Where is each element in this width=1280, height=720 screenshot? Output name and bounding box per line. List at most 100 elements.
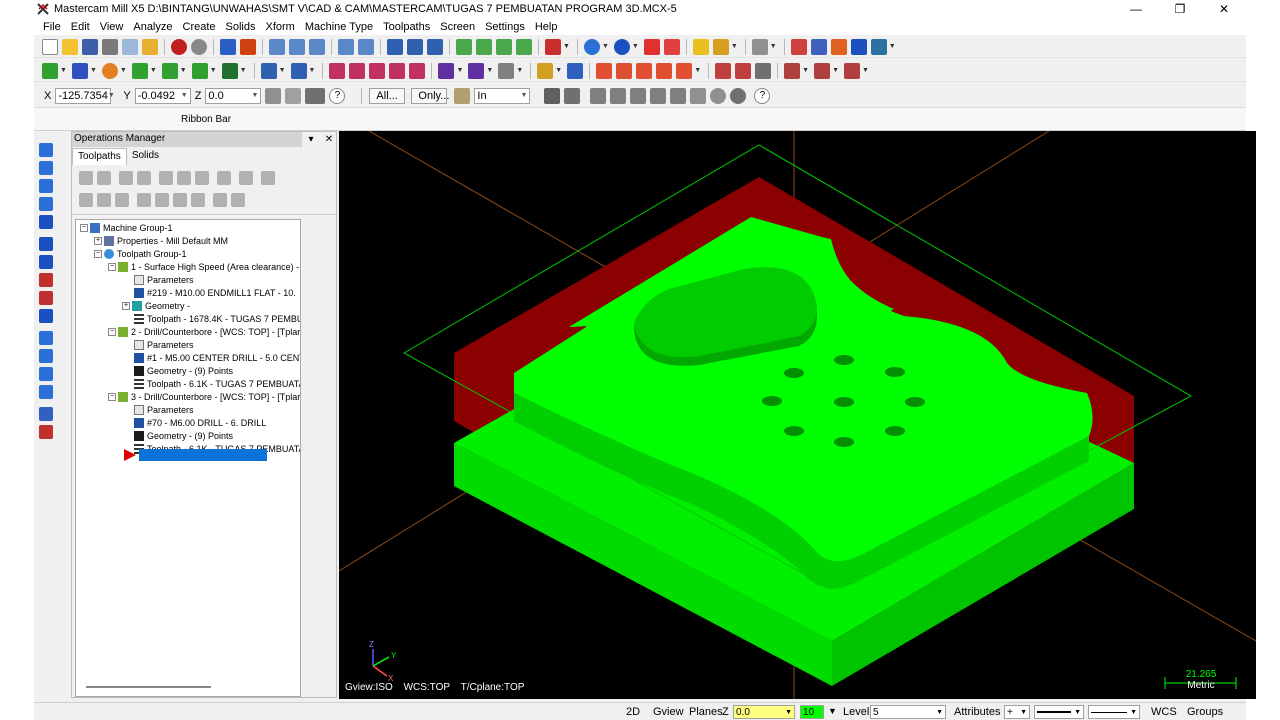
chevron-down-icon[interactable]: ▼ <box>785 709 792 716</box>
loop-select-icon[interactable] <box>670 87 687 104</box>
xform-scale-icon[interactable] <box>389 62 406 79</box>
chevron-down-icon[interactable]: ▼ <box>731 43 738 50</box>
unzoom-icon[interactable] <box>358 38 374 55</box>
tree-operation-3[interactable]: − 3 - Drill/Counterbore - [WCS: TOP] - [… <box>108 391 300 403</box>
solid-draft-icon[interactable] <box>39 331 53 345</box>
wand-icon[interactable] <box>712 38 729 55</box>
lock-icon[interactable] <box>79 193 93 207</box>
help-icon[interactable]: ? <box>329 87 346 104</box>
iso-view-icon[interactable] <box>516 38 532 55</box>
resize-icon[interactable] <box>567 62 584 79</box>
line-style-field[interactable]: ▼ <box>1034 705 1084 719</box>
scroll-arrow-icon[interactable] <box>191 193 205 207</box>
measure-icon[interactable] <box>751 38 768 55</box>
point-icon[interactable] <box>42 62 58 79</box>
select-only-button[interactable]: Only... <box>411 87 449 104</box>
regen-dirty-icon[interactable] <box>137 171 151 185</box>
high-feed-icon[interactable] <box>217 171 231 185</box>
tree-op1-geometry[interactable]: + Geometry - <box>122 300 190 312</box>
edge-select-icon[interactable] <box>630 87 647 104</box>
analyze-icon[interactable] <box>643 38 660 55</box>
solid-boolean-icon[interactable] <box>39 291 53 305</box>
xform-offset-icon[interactable] <box>409 62 426 79</box>
panel-pin-button[interactable]: ▾ <box>304 132 318 147</box>
toggle-display-icon[interactable] <box>97 193 111 207</box>
right-view-icon[interactable] <box>496 38 512 55</box>
polygon-select-icon[interactable] <box>564 87 581 104</box>
solid-feature-icon[interactable] <box>39 425 53 439</box>
trim-icon[interactable] <box>260 62 277 79</box>
solid-history-icon[interactable] <box>39 367 53 381</box>
table-icon[interactable] <box>596 62 613 79</box>
select-dirty-ops-icon[interactable] <box>97 171 111 185</box>
close-window-button[interactable]: ✕ <box>1202 0 1246 18</box>
move-down-icon[interactable] <box>137 193 151 207</box>
single-op-icon[interactable] <box>213 193 227 207</box>
pan-icon[interactable] <box>220 38 236 55</box>
zoom-in-icon[interactable] <box>289 38 305 55</box>
chevron-down-icon[interactable]: ▼ <box>632 43 639 50</box>
tree-horizontal-scrollbar[interactable] <box>86 686 211 688</box>
tool-manager-icon[interactable] <box>715 62 732 79</box>
tree-toolpath-group[interactable]: − Toolpath Group-1 <box>94 248 187 260</box>
analyze-dist-icon[interactable] <box>790 38 807 55</box>
solid-trim-icon[interactable] <box>39 273 53 287</box>
z-coordinate-field[interactable]: 0.0 ▼ <box>205 87 262 104</box>
solid-shell-icon[interactable] <box>39 255 53 269</box>
tree-op2-geometry[interactable]: Geometry - (9) Points <box>134 365 233 377</box>
repaint-icon[interactable] <box>407 38 423 55</box>
solid-manager-icon[interactable] <box>39 385 53 399</box>
graphics-viewport[interactable]: Z Y X Gview:ISO WCS:TOP T/Cplane:TOP 21.… <box>339 131 1256 699</box>
attributes-button[interactable]: Attributes <box>954 706 1000 718</box>
tree-op3-tool[interactable]: #70 - M6.00 DRILL - 6. DRILL <box>134 417 266 429</box>
pencil-icon[interactable] <box>692 38 709 55</box>
chevron-down-icon[interactable]: ▼ <box>150 67 157 74</box>
top-view-icon[interactable] <box>456 38 472 55</box>
spline-icon[interactable] <box>161 62 178 79</box>
line-width-field[interactable]: ▼ <box>1088 705 1140 719</box>
level-field[interactable]: 5 ▼ <box>870 705 946 719</box>
chevron-down-icon[interactable]: ▼ <box>210 67 217 74</box>
zoom-out-icon[interactable] <box>309 38 325 55</box>
redo-icon[interactable] <box>191 38 207 55</box>
mode-2d-button[interactable]: 2D <box>626 706 640 718</box>
solid-extrude-icon[interactable] <box>39 143 53 157</box>
fillet-icon[interactable] <box>131 62 148 79</box>
insert-arrow-icon[interactable] <box>124 449 136 461</box>
menu-machine-type[interactable]: Machine Type <box>300 21 378 33</box>
x-coordinate-field[interactable]: -125.7354 ▼ <box>55 87 115 104</box>
toggle-post-icon[interactable] <box>115 193 129 207</box>
globe-icon[interactable] <box>583 38 600 55</box>
auto-cursor-icon[interactable] <box>285 87 302 104</box>
image-icon[interactable] <box>830 38 847 55</box>
solid-revolve-icon[interactable] <box>39 161 53 175</box>
backplot-ops-icon[interactable] <box>159 171 173 185</box>
dimension-icon[interactable] <box>438 62 455 79</box>
new-file-icon[interactable] <box>42 38 58 55</box>
hatch-icon[interactable] <box>498 62 515 79</box>
break-icon[interactable] <box>290 62 307 79</box>
print-icon[interactable] <box>102 38 118 55</box>
xform-rotate-icon[interactable] <box>369 62 386 79</box>
expand-icon[interactable] <box>231 193 245 207</box>
gview-button[interactable]: Gview <box>653 706 684 718</box>
settings-icon[interactable] <box>870 38 887 55</box>
chevron-down-icon[interactable]: ▼ <box>770 43 777 50</box>
chevron-down-icon[interactable]: ▼ <box>1130 709 1137 716</box>
tree-op3-geometry[interactable]: Geometry - (9) Points <box>134 430 233 442</box>
tree-op1-parameters[interactable]: Parameters <box>134 274 194 286</box>
chevron-down-icon[interactable]: ▼ <box>563 43 570 50</box>
insert-arrow-icon[interactable] <box>173 193 187 207</box>
body-select-icon[interactable] <box>650 87 667 104</box>
tree-expander[interactable]: − <box>108 393 116 401</box>
move-up-icon[interactable] <box>155 193 169 207</box>
chevron-down-icon[interactable]: ▼ <box>90 67 97 74</box>
chevron-down-icon[interactable]: ▼ <box>240 67 247 74</box>
regen-selected-icon[interactable] <box>119 171 133 185</box>
menu-analyze[interactable]: Analyze <box>128 21 177 33</box>
edit-icon[interactable] <box>676 62 693 79</box>
print-preview-icon[interactable] <box>122 38 138 55</box>
tab-solids[interactable]: Solids <box>127 148 164 165</box>
tree-op3-parameters[interactable]: Parameters <box>134 404 194 416</box>
grid-icon[interactable] <box>810 38 827 55</box>
